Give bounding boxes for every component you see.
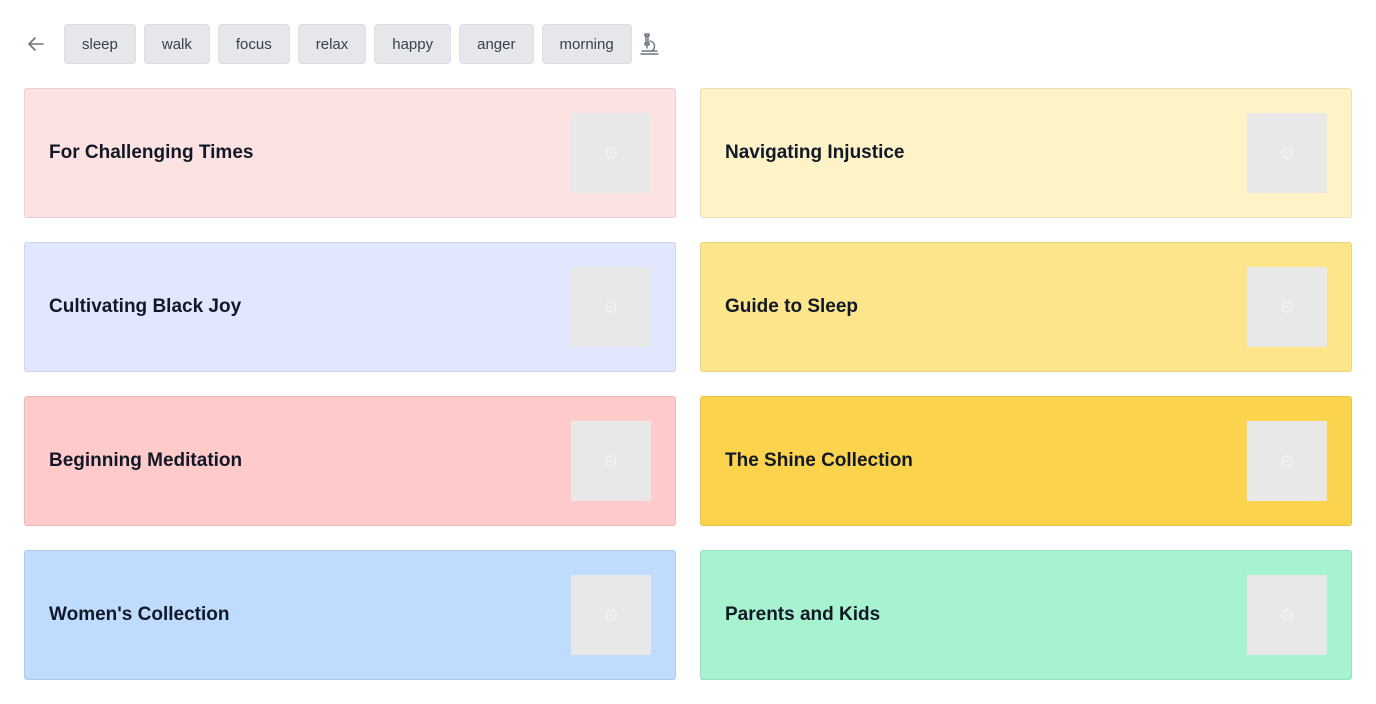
collection-card[interactable]: Cultivating Black Joy — [24, 242, 676, 372]
card-title: Women's Collection — [49, 604, 230, 625]
collection-card[interactable]: The Shine Collection — [700, 396, 1352, 526]
card-title: The Shine Collection — [725, 450, 913, 471]
card-title: Navigating Injustice — [725, 142, 905, 163]
collection-card[interactable]: Navigating Injustice — [700, 88, 1352, 218]
tag-chips: sleep walk focus relax happy anger morni… — [64, 24, 632, 64]
collection-card[interactable]: For Challenging Times — [24, 88, 676, 218]
card-thumbnail — [571, 267, 651, 347]
card-thumbnail — [571, 113, 651, 193]
card-title: Parents and Kids — [725, 604, 881, 625]
chip-sleep[interactable]: sleep — [64, 24, 136, 64]
image-placeholder-icon — [605, 609, 617, 621]
collection-card[interactable]: Parents and Kids — [700, 550, 1352, 680]
chip-happy[interactable]: happy — [374, 24, 452, 64]
toolbar: sleep walk focus relax happy anger morni… — [0, 24, 1376, 64]
card-title: For Challenging Times — [49, 142, 254, 163]
card-title: Cultivating Black Joy — [49, 296, 242, 317]
image-placeholder-icon — [1281, 455, 1293, 467]
image-placeholder-icon — [1281, 147, 1293, 159]
collection-card[interactable]: Women's Collection — [24, 550, 676, 680]
image-placeholder-icon — [605, 301, 617, 313]
card-thumbnail — [1247, 421, 1327, 501]
card-thumbnail — [1247, 267, 1327, 347]
image-placeholder-icon — [605, 455, 617, 467]
arrow-left-icon — [28, 37, 44, 51]
card-thumbnail — [571, 421, 651, 501]
card-thumbnail — [1247, 575, 1327, 655]
card-thumbnail — [1247, 113, 1327, 193]
back-button[interactable] — [24, 32, 48, 56]
chip-focus[interactable]: focus — [217, 24, 290, 64]
microscope-icon — [640, 33, 659, 55]
collection-card[interactable]: Beginning Meditation — [24, 396, 676, 526]
lab-button[interactable] — [637, 32, 661, 56]
image-placeholder-icon — [1281, 301, 1293, 313]
card-title: Beginning Meditation — [49, 450, 243, 471]
chip-anger[interactable]: anger — [459, 24, 534, 64]
chip-walk[interactable]: walk — [143, 24, 210, 64]
collections-grid: For Challenging Times Navigating Injusti… — [24, 88, 1352, 680]
card-thumbnail — [571, 575, 651, 655]
image-placeholder-icon — [605, 147, 617, 159]
card-title: Guide to Sleep — [725, 296, 859, 317]
collection-card[interactable]: Guide to Sleep — [700, 242, 1352, 372]
image-placeholder-icon — [1281, 609, 1293, 621]
chip-relax[interactable]: relax — [297, 24, 367, 64]
chip-morning[interactable]: morning — [541, 24, 632, 64]
